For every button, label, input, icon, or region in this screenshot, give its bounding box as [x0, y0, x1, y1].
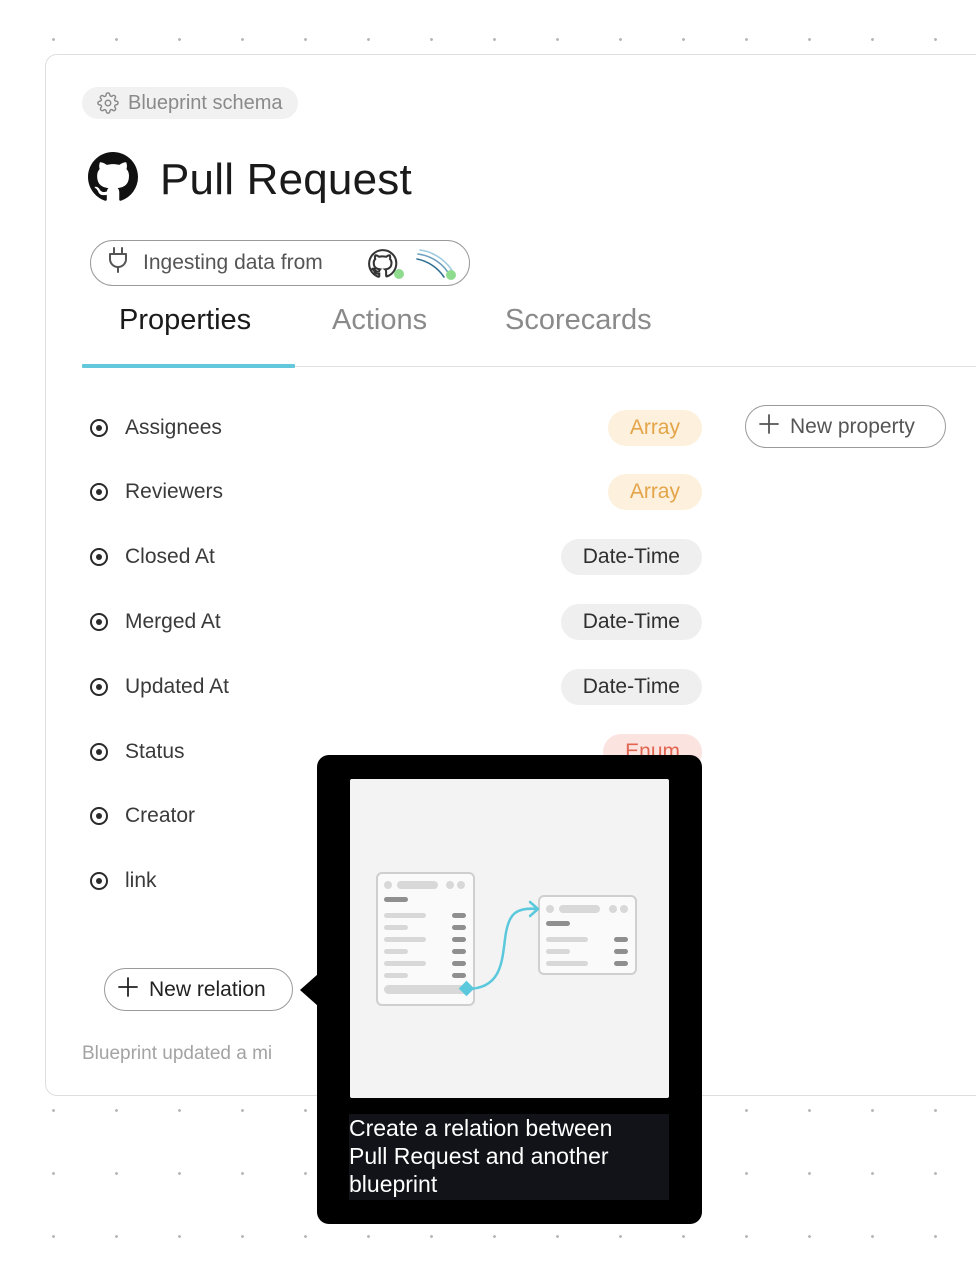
schema-chip-label: Blueprint schema [128, 91, 283, 114]
github-source-icon [368, 249, 398, 278]
new-property-button[interactable]: New property [745, 405, 946, 448]
property-row[interactable]: Closed At Date-Time [90, 537, 702, 577]
plug-icon [107, 246, 129, 280]
tooltip-caption-line: Pull Request and another [349, 1143, 609, 1169]
gear-icon [97, 92, 119, 114]
plus-icon [758, 413, 780, 441]
radio-dot-icon [90, 483, 108, 501]
property-name: Assignees [125, 416, 222, 439]
ingest-label: Ingesting data from [143, 251, 323, 274]
active-tab-indicator [82, 364, 295, 368]
radio-dot-icon [90, 613, 108, 631]
radio-dot-icon [90, 419, 108, 437]
tooltip-arrow [300, 974, 318, 1006]
new-relation-button[interactable]: New relation [104, 968, 293, 1011]
property-name: link [125, 869, 157, 892]
radio-dot-icon [90, 743, 108, 761]
new-relation-label: New relation [149, 977, 266, 1001]
property-row[interactable]: Merged At Date-Time [90, 602, 702, 642]
type-badge: Date-Time [560, 539, 702, 575]
relation-tooltip: Create a relation between Pull Request a… [317, 755, 702, 1224]
type-badge: Date-Time [560, 604, 702, 640]
property-name: Status [125, 740, 185, 763]
page-title: Pull Request [160, 154, 412, 204]
blueprint-title-row: Pull Request [88, 152, 412, 207]
new-property-label: New property [790, 414, 915, 438]
status-dot [394, 269, 404, 279]
property-name: Updated At [125, 675, 229, 698]
property-name: Creator [125, 804, 196, 827]
tooltip-caption-line: Create a relation between [349, 1115, 613, 1141]
radio-dot-icon [90, 872, 108, 890]
radio-dot-icon [90, 678, 108, 696]
tab-actions[interactable]: Actions [332, 304, 427, 337]
radio-dot-icon [90, 548, 108, 566]
status-dot [446, 270, 456, 280]
type-badge: Array [607, 474, 702, 510]
source-blueprint-card [376, 872, 475, 1006]
radio-dot-icon [90, 807, 108, 825]
tab-scorecards[interactable]: Scorecards [505, 304, 652, 337]
tooltip-caption: Create a relation between Pull Request a… [349, 1114, 669, 1200]
property-row[interactable]: Reviewers Array [90, 472, 702, 512]
tooltip-caption-line: blueprint [349, 1171, 438, 1197]
property-name: Closed At [125, 545, 215, 568]
type-badge: Array [607, 410, 702, 446]
blueprint-tabs: Properties Actions Scorecards [82, 300, 976, 368]
blueprint-updated-text: Blueprint updated a mi [82, 1043, 273, 1064]
property-row[interactable]: Assignees Array [90, 408, 702, 448]
target-blueprint-card [538, 895, 637, 975]
property-row[interactable]: Updated At Date-Time [90, 667, 702, 707]
github-icon [88, 152, 138, 207]
property-name: Merged At [125, 610, 221, 633]
property-name: Reviewers [125, 480, 224, 503]
blueprint-schema-chip[interactable]: Blueprint schema [82, 87, 298, 119]
tab-properties[interactable]: Properties [119, 304, 251, 337]
ingest-sources [368, 246, 458, 284]
relation-illustration [350, 779, 669, 1098]
plus-icon [117, 976, 139, 1004]
type-badge: Date-Time [560, 669, 702, 705]
